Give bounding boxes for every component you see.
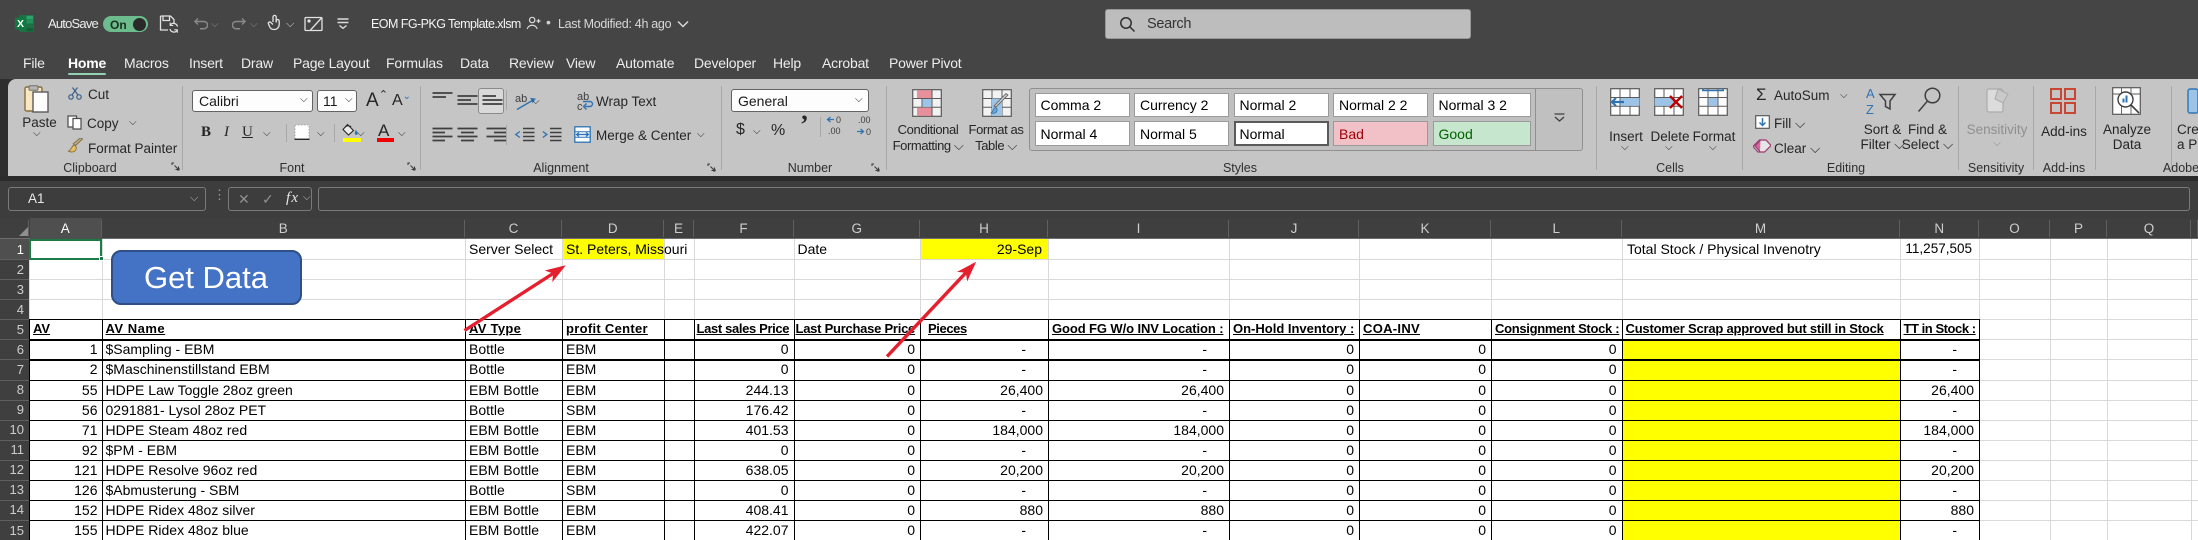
svg-text:.00: .00 [828,126,841,136]
svg-text:0: 0 [836,116,841,125]
svg-text:A: A [1866,87,1875,101]
svg-text:X: X [17,18,24,30]
svg-text:.00: .00 [858,116,871,125]
svg-text:ab: ab [515,93,527,105]
svg-text:0: 0 [866,127,871,136]
svg-text:Z: Z [1866,102,1874,115]
svg-text:c: c [577,101,583,112]
